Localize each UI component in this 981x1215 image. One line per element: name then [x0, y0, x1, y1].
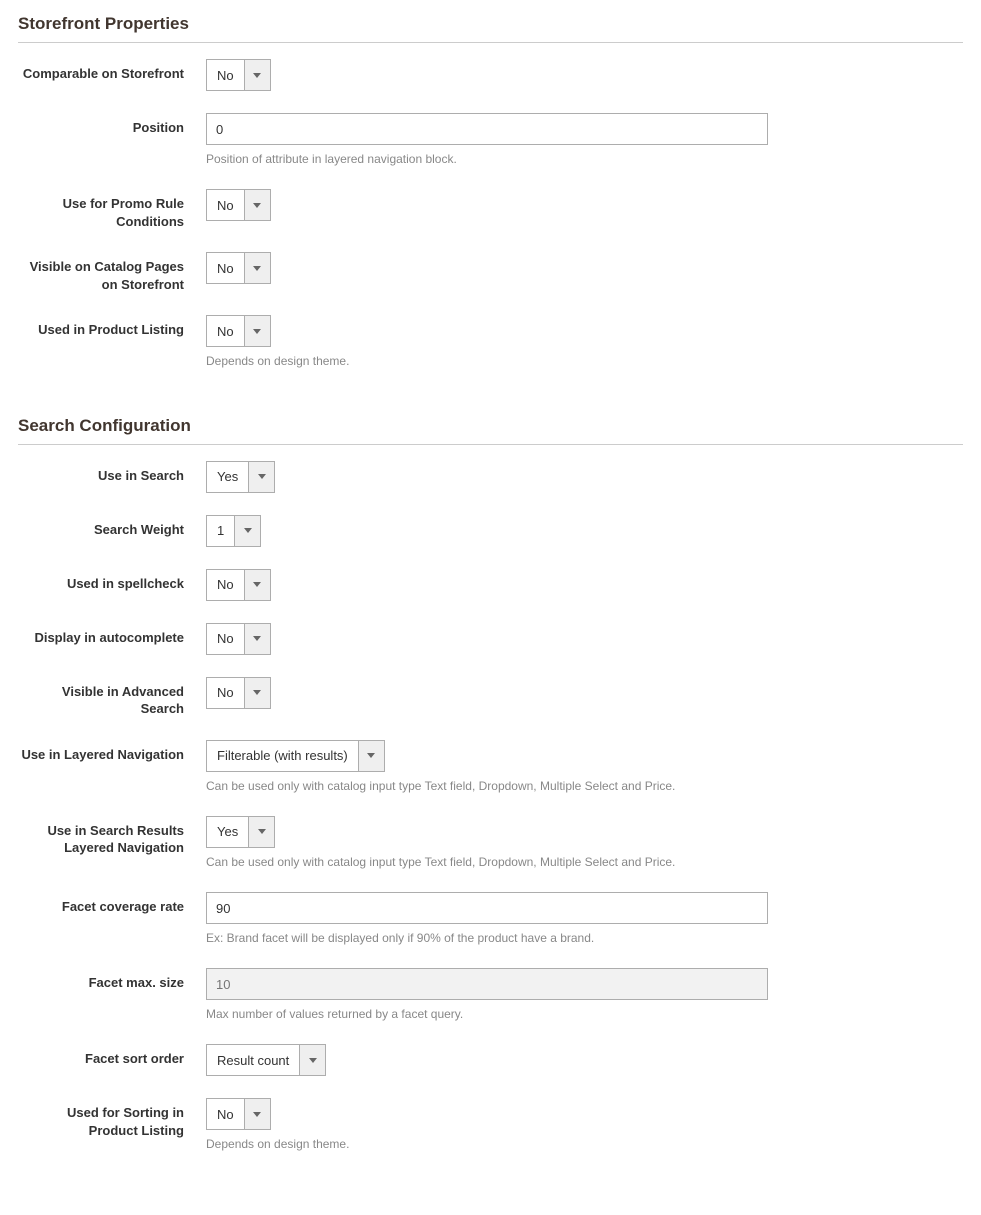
chevron-down-icon: [367, 753, 375, 758]
field-facet-sort: Facet sort order Result count: [18, 1044, 963, 1076]
select-value-product-listing: No: [207, 316, 244, 346]
chevron-down-icon: [258, 829, 266, 834]
label-facet-sort: Facet sort order: [18, 1044, 206, 1068]
select-sorting-listing[interactable]: No: [206, 1098, 271, 1130]
select-value-search-results-nav: Yes: [207, 817, 248, 847]
label-position: Position: [18, 113, 206, 137]
select-value-advanced-search: No: [207, 678, 244, 708]
chevron-down-icon: [309, 1058, 317, 1063]
select-value-promo: No: [207, 190, 244, 220]
field-layered-navigation: Use in Layered Navigation Filterable (wi…: [18, 740, 963, 794]
note-position: Position of attribute in layered navigat…: [206, 151, 768, 167]
select-autocomplete[interactable]: No: [206, 623, 271, 655]
select-facet-sort[interactable]: Result count: [206, 1044, 326, 1076]
select-button-promo[interactable]: [244, 190, 270, 220]
input-position[interactable]: [206, 113, 768, 145]
field-facet-coverage: Facet coverage rate Ex: Brand facet will…: [18, 892, 963, 946]
label-comparable: Comparable on Storefront: [18, 59, 206, 83]
field-advanced-search: Visible in Advanced Search No: [18, 677, 963, 718]
field-product-listing: Used in Product Listing No Depends on de…: [18, 315, 963, 369]
section-title-search: Search Configuration: [18, 402, 963, 445]
select-button-product-listing[interactable]: [244, 316, 270, 346]
select-value-search-weight: 1: [207, 516, 234, 546]
chevron-down-icon: [253, 329, 261, 334]
label-search-weight: Search Weight: [18, 515, 206, 539]
label-layered-navigation: Use in Layered Navigation: [18, 740, 206, 764]
select-value-autocomplete: No: [207, 624, 244, 654]
label-search-results-nav: Use in Search Results Layered Navigation: [18, 816, 206, 857]
select-button-layered-navigation[interactable]: [358, 741, 384, 771]
label-facet-coverage: Facet coverage rate: [18, 892, 206, 916]
select-button-use-in-search[interactable]: [248, 462, 274, 492]
chevron-down-icon: [253, 73, 261, 78]
note-layered-navigation: Can be used only with catalog input type…: [206, 778, 768, 794]
chevron-down-icon: [253, 636, 261, 641]
select-promo-rule[interactable]: No: [206, 189, 271, 221]
select-button-advanced-search[interactable]: [244, 678, 270, 708]
field-search-weight: Search Weight 1: [18, 515, 963, 547]
chevron-down-icon: [253, 1112, 261, 1117]
select-button-facet-sort[interactable]: [299, 1045, 325, 1075]
field-comparable-on-storefront: Comparable on Storefront No: [18, 59, 963, 91]
select-visible-catalog[interactable]: No: [206, 252, 271, 284]
field-promo-rule: Use for Promo Rule Conditions No: [18, 189, 963, 230]
note-facet-coverage: Ex: Brand facet will be displayed only i…: [206, 930, 768, 946]
chevron-down-icon: [253, 266, 261, 271]
note-product-listing: Depends on design theme.: [206, 353, 768, 369]
chevron-down-icon: [253, 203, 261, 208]
select-product-listing[interactable]: No: [206, 315, 271, 347]
select-use-in-search[interactable]: Yes: [206, 461, 275, 493]
note-search-results-nav: Can be used only with catalog input type…: [206, 854, 768, 870]
select-value-comparable: No: [207, 60, 244, 90]
label-sorting-listing: Used for Sorting in Product Listing: [18, 1098, 206, 1139]
select-value-spellcheck: No: [207, 570, 244, 600]
select-button-sorting-listing[interactable]: [244, 1099, 270, 1129]
label-product-listing: Used in Product Listing: [18, 315, 206, 339]
select-button-visible-catalog[interactable]: [244, 253, 270, 283]
field-sorting-listing: Used for Sorting in Product Listing No D…: [18, 1098, 963, 1152]
note-sorting-listing: Depends on design theme.: [206, 1136, 768, 1152]
input-facet-max: [206, 968, 768, 1000]
label-autocomplete: Display in autocomplete: [18, 623, 206, 647]
label-advanced-search: Visible in Advanced Search: [18, 677, 206, 718]
select-button-comparable[interactable]: [244, 60, 270, 90]
chevron-down-icon: [253, 582, 261, 587]
field-position: Position Position of attribute in layere…: [18, 113, 963, 167]
chevron-down-icon: [244, 528, 252, 533]
field-autocomplete: Display in autocomplete No: [18, 623, 963, 655]
select-value-visible-catalog: No: [207, 253, 244, 283]
select-spellcheck[interactable]: No: [206, 569, 271, 601]
label-spellcheck: Used in spellcheck: [18, 569, 206, 593]
select-value-facet-sort: Result count: [207, 1045, 299, 1075]
select-button-spellcheck[interactable]: [244, 570, 270, 600]
select-value-use-in-search: Yes: [207, 462, 248, 492]
chevron-down-icon: [253, 690, 261, 695]
select-value-layered-navigation: Filterable (with results): [207, 741, 358, 771]
chevron-down-icon: [258, 474, 266, 479]
select-button-autocomplete[interactable]: [244, 624, 270, 654]
select-search-results-nav[interactable]: Yes: [206, 816, 275, 848]
select-search-weight[interactable]: 1: [206, 515, 261, 547]
input-facet-coverage[interactable]: [206, 892, 768, 924]
select-comparable[interactable]: No: [206, 59, 271, 91]
select-value-sorting-listing: No: [207, 1099, 244, 1129]
label-use-in-search: Use in Search: [18, 461, 206, 485]
field-facet-max: Facet max. size Max number of values ret…: [18, 968, 963, 1022]
note-facet-max: Max number of values returned by a facet…: [206, 1006, 768, 1022]
field-use-in-search: Use in Search Yes: [18, 461, 963, 493]
select-advanced-search[interactable]: No: [206, 677, 271, 709]
field-spellcheck: Used in spellcheck No: [18, 569, 963, 601]
field-search-results-nav: Use in Search Results Layered Navigation…: [18, 816, 963, 870]
label-facet-max: Facet max. size: [18, 968, 206, 992]
section-title-storefront: Storefront Properties: [18, 0, 963, 43]
field-visible-catalog: Visible on Catalog Pages on Storefront N…: [18, 252, 963, 293]
label-visible-catalog: Visible on Catalog Pages on Storefront: [18, 252, 206, 293]
label-promo-rule: Use for Promo Rule Conditions: [18, 189, 206, 230]
select-layered-navigation[interactable]: Filterable (with results): [206, 740, 385, 772]
select-button-search-weight[interactable]: [234, 516, 260, 546]
select-button-search-results-nav[interactable]: [248, 817, 274, 847]
